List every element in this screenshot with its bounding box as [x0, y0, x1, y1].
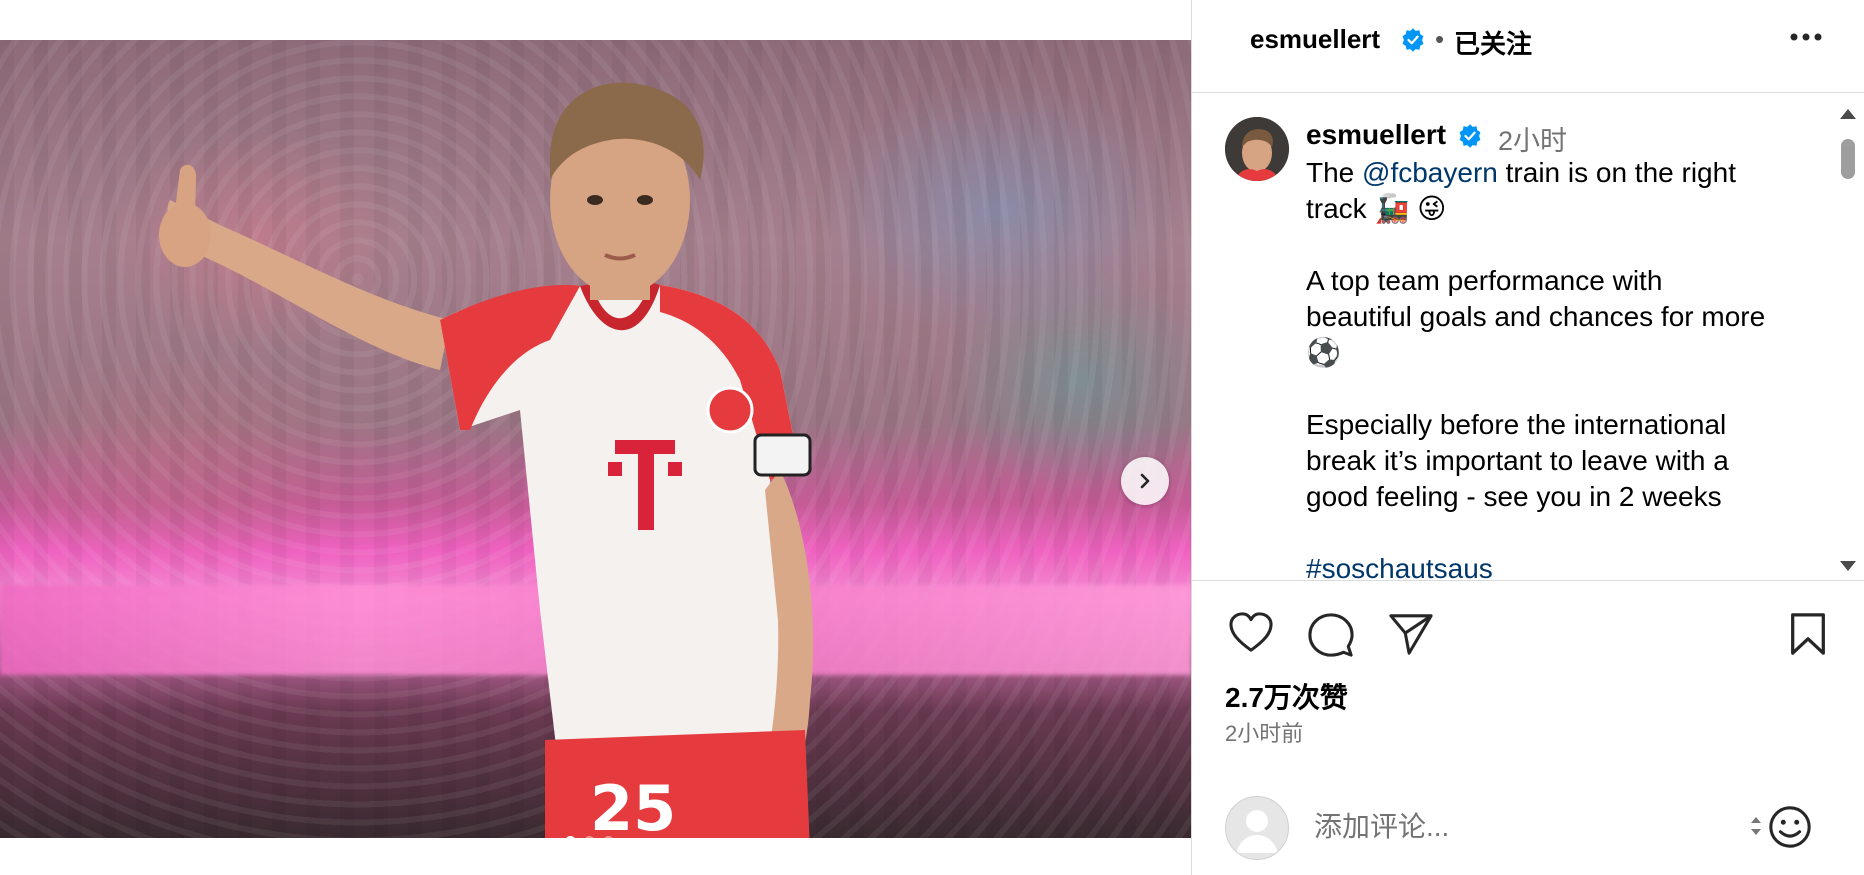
caption-line: The @fcbayern train is on the right — [1306, 155, 1816, 191]
caption-line: track 🚂 😜 — [1306, 193, 1447, 224]
next-image-button[interactable] — [1121, 457, 1169, 505]
scrollbar-thumb[interactable] — [1841, 139, 1855, 179]
carousel-dot — [603, 836, 614, 838]
more-options-icon — [1790, 33, 1822, 41]
smiley-icon — [1769, 806, 1811, 848]
post-sidebar: esmuellert • 已关注 esmuellert 2小时 The @fcb… — [1191, 0, 1864, 875]
caption-section: esmuellert 2小时 The @fcbayern train is on… — [1192, 93, 1864, 581]
player-number: 25 — [590, 772, 676, 838]
caption-username[interactable]: esmuellert — [1306, 119, 1446, 151]
avatar — [1225, 796, 1289, 860]
paper-plane-icon — [1389, 614, 1433, 655]
verified-badge-icon — [1457, 123, 1483, 154]
likes-count[interactable]: 2.7万次赞 — [1225, 676, 1348, 716]
caption-line: beautiful goals and chances for more — [1306, 301, 1766, 332]
verified-badge-icon — [1400, 27, 1426, 58]
post-timestamp[interactable]: 2小时前 — [1225, 716, 1303, 748]
following-button[interactable]: 已关注 — [1454, 24, 1532, 61]
avatar[interactable] — [1225, 117, 1289, 181]
comment-composer — [1192, 790, 1864, 875]
scroll-up-arrow-icon[interactable] — [1840, 109, 1856, 119]
post-media[interactable]: 25 — [0, 40, 1191, 838]
caption-line: Especially before the international — [1306, 409, 1727, 440]
bookmark-icon — [1791, 613, 1825, 655]
soccer-ball-emoji: ⚽ — [1306, 336, 1341, 369]
caption-line: A top team performance with — [1306, 265, 1663, 296]
chevron-right-icon — [1140, 473, 1150, 489]
action-bar — [1192, 580, 1864, 670]
more-options-button[interactable] — [1789, 30, 1823, 48]
post-header: esmuellert • 已关注 — [1192, 0, 1864, 93]
like-button[interactable] — [1228, 612, 1274, 659]
resize-handle-icon[interactable] — [1749, 812, 1763, 845]
share-button[interactable] — [1388, 612, 1434, 661]
mention-link[interactable]: @fcbayern — [1362, 157, 1498, 188]
caption-line: good feeling - see you in 2 weeks — [1306, 481, 1722, 512]
caption-text: The @fcbayern train is on the right trac… — [1306, 155, 1816, 580]
comment-input[interactable] — [1312, 806, 1736, 848]
comment-button[interactable] — [1308, 612, 1354, 663]
comment-bubble-icon — [1308, 613, 1354, 657]
scroll-down-arrow-icon[interactable] — [1840, 561, 1856, 571]
carousel-dot — [565, 836, 576, 838]
caption-timestamp[interactable]: 2小时 — [1498, 119, 1567, 158]
caption-fragment: The — [1306, 157, 1363, 188]
header-username[interactable]: esmuellert — [1250, 24, 1380, 55]
heart-icon — [1229, 612, 1273, 652]
caption-fragment: train is on the right — [1497, 157, 1736, 188]
emoji-button[interactable] — [1767, 804, 1813, 855]
header-separator: • — [1435, 24, 1445, 54]
save-button[interactable] — [1788, 612, 1828, 661]
caption-scrollbar[interactable] — [1837, 109, 1857, 571]
hashtag-link[interactable]: #soschautsaus — [1306, 551, 1816, 580]
caption-line: break it’s important to leave with a — [1306, 445, 1729, 476]
carousel-indicator — [565, 836, 614, 838]
carousel-dot — [584, 836, 595, 838]
player-photo: 25 — [159, 82, 814, 838]
